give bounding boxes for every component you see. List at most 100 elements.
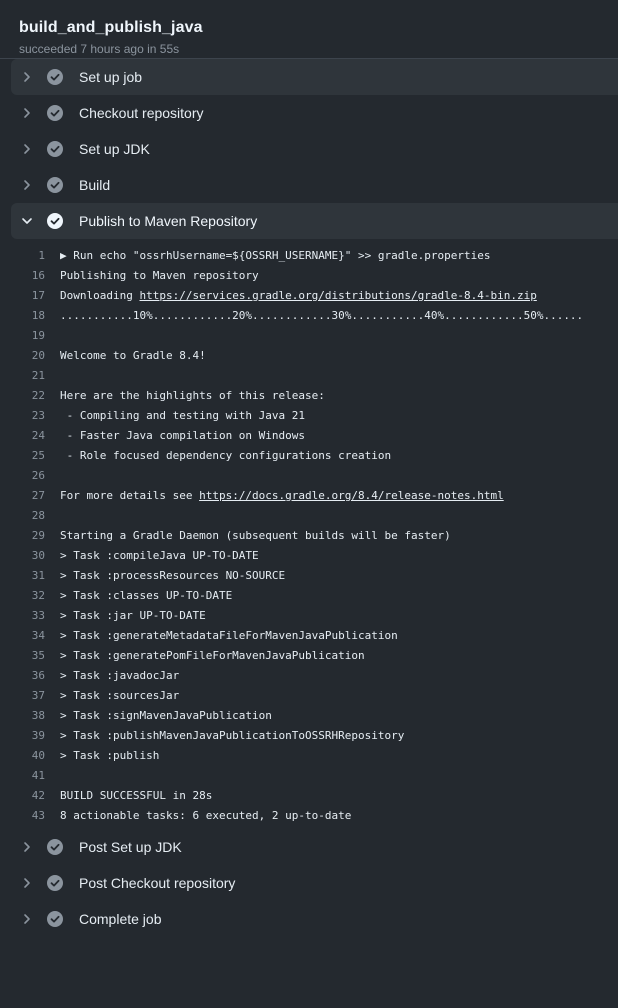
chevron-right-icon[interactable] — [11, 143, 43, 155]
log-text: - Faster Java compilation on Windows — [60, 429, 305, 442]
line-number[interactable]: 41 — [0, 769, 60, 782]
log-text-content: > Task :signMavenJavaPublication — [60, 708, 272, 722]
log-line: 19 — [0, 325, 618, 345]
log-text: Welcome to Gradle 8.4! — [60, 349, 206, 362]
log-line: 23 - Compiling and testing with Java 21 — [0, 405, 618, 425]
check-circle-icon — [47, 69, 63, 85]
log-text-content: > Task :generateMetadataFileForMavenJava… — [60, 628, 398, 642]
log-text: > Task :javadocJar — [60, 669, 179, 682]
log-link[interactable]: https://services.gradle.org/distribution… — [139, 289, 536, 302]
line-number[interactable]: 23 — [0, 409, 60, 422]
step-label: Publish to Maven Repository — [79, 213, 258, 229]
log-line: 16 Publishing to Maven repository — [0, 265, 618, 285]
log-text-content: > Task :publishMavenJavaPublicationToOSS… — [60, 728, 405, 742]
chevron-right-icon[interactable] — [11, 179, 43, 191]
line-number[interactable]: 39 — [0, 729, 60, 742]
log-line: 1 ▶ Run echo "ossrhUsername=${OSSRH_USERN… — [0, 245, 618, 265]
log-text: > Task :compileJava UP-TO-DATE — [60, 549, 259, 562]
line-number[interactable]: 40 — [0, 749, 60, 762]
log-text: ...........10%............20%...........… — [60, 309, 583, 322]
log-text-content: BUILD SUCCESSFUL in 28s — [60, 788, 213, 802]
check-circle-icon — [47, 875, 63, 891]
log-line: 22 Here are the highlights of this releas… — [0, 385, 618, 405]
log-line: 27 For more details see https://docs.grad… — [0, 485, 618, 505]
line-number[interactable]: 29 — [0, 529, 60, 542]
line-number[interactable]: 28 — [0, 509, 60, 522]
job-header: build_and_publish_java succeeded 7 hours… — [0, 0, 618, 59]
line-number[interactable]: 1 — [0, 249, 60, 262]
step-checkout-repository[interactable]: Checkout repository — [11, 95, 618, 131]
log-text-content: > Task :classes UP-TO-DATE — [60, 588, 233, 602]
check-circle-icon — [47, 213, 63, 229]
line-number[interactable]: 32 — [0, 589, 60, 602]
log-line: 36 > Task :javadocJar — [0, 665, 618, 685]
log-text: > Task :classes UP-TO-DATE — [60, 589, 232, 602]
log-text-content: - Faster Java compilation on Windows — [60, 428, 306, 442]
line-number[interactable]: 27 — [0, 489, 60, 502]
step-complete-job[interactable]: Complete job — [11, 901, 618, 937]
log-line: 29 Starting a Gradle Daemon (subsequent b… — [0, 525, 618, 545]
line-number[interactable]: 19 — [0, 329, 60, 342]
line-number[interactable]: 25 — [0, 449, 60, 462]
line-number[interactable]: 38 — [0, 709, 60, 722]
log-text: Here are the highlights of this release: — [60, 389, 325, 402]
line-number[interactable]: 24 — [0, 429, 60, 442]
chevron-right-icon[interactable] — [11, 877, 43, 889]
chevron-right-icon[interactable] — [11, 913, 43, 925]
line-number[interactable]: 34 — [0, 629, 60, 642]
line-number[interactable]: 36 — [0, 669, 60, 682]
line-number[interactable]: 30 — [0, 549, 60, 562]
chevron-right-icon[interactable] — [11, 841, 43, 853]
log-line: 42 BUILD SUCCESSFUL in 28s — [0, 785, 618, 805]
log-text: - Role focused dependency configurations… — [60, 449, 392, 462]
line-number[interactable]: 17 — [0, 289, 60, 302]
log-line: 17 Downloading https://services.gradle.or… — [0, 285, 618, 305]
log-line: 34 > Task :generateMetadataFileForMavenJa… — [0, 625, 618, 645]
step-set-up-job[interactable]: Set up job — [11, 59, 618, 95]
log-text: > Task :signMavenJavaPublication — [60, 709, 272, 722]
check-circle-icon — [47, 839, 63, 855]
log-link[interactable]: https://docs.gradle.org/8.4/release-note… — [199, 489, 504, 502]
log-text: > Task :sourcesJar — [60, 689, 179, 702]
log-text-content: Welcome to Gradle 8.4! — [60, 348, 206, 362]
job-status: succeeded 7 hours ago in 55s — [19, 42, 180, 56]
line-number[interactable]: 21 — [0, 369, 60, 382]
log-text: For more details see https://docs.gradle… — [60, 489, 504, 502]
line-number[interactable]: 33 — [0, 609, 60, 622]
log-line: 38 > Task :signMavenJavaPublication — [0, 705, 618, 725]
log-text: Downloading https://services.gradle.org/… — [60, 289, 537, 302]
step-label: Post Checkout repository — [79, 875, 236, 891]
line-number[interactable]: 22 — [0, 389, 60, 402]
chevron-down-icon[interactable] — [11, 215, 43, 227]
log-text-content: > Task :jar UP-TO-DATE — [60, 608, 206, 622]
step-post-set-up-jdk[interactable]: Post Set up JDK — [11, 829, 618, 865]
log-text-content: Publishing to Maven repository — [60, 268, 259, 282]
log-text-content: > Task :processResources NO-SOURCE — [60, 568, 286, 582]
log-text: > Task :publishMavenJavaPublicationToOSS… — [60, 729, 404, 742]
step-label: Post Set up JDK — [79, 839, 182, 855]
step-build[interactable]: Build — [11, 167, 618, 203]
line-number[interactable]: 35 — [0, 649, 60, 662]
log-line: 20 Welcome to Gradle 8.4! — [0, 345, 618, 365]
step-label: Set up JDK — [79, 141, 150, 157]
line-number[interactable]: 43 — [0, 809, 60, 822]
step-label: Build — [79, 177, 111, 193]
step-publish-to-maven-repository[interactable]: Publish to Maven Repository — [11, 203, 618, 239]
line-number[interactable]: 26 — [0, 469, 60, 482]
step-set-up-jdk[interactable]: Set up JDK — [11, 131, 618, 167]
step-post-checkout-repository[interactable]: Post Checkout repository — [11, 865, 618, 901]
line-number[interactable]: 20 — [0, 349, 60, 362]
line-number[interactable]: 18 — [0, 309, 60, 322]
log-text-content: Starting a Gradle Daemon (subsequent bui… — [60, 528, 451, 542]
chevron-right-icon[interactable] — [11, 107, 43, 119]
log-text-content: > Task :compileJava UP-TO-DATE — [60, 548, 259, 562]
log-line: 28 — [0, 505, 618, 525]
log-text: > Task :generatePomFileForMavenJavaPubli… — [60, 649, 365, 662]
line-number[interactable]: 42 — [0, 789, 60, 802]
chevron-right-icon[interactable] — [11, 71, 43, 83]
line-number[interactable]: 37 — [0, 689, 60, 702]
line-number[interactable]: 16 — [0, 269, 60, 282]
line-number[interactable]: 31 — [0, 569, 60, 582]
log-text: BUILD SUCCESSFUL in 28s — [60, 789, 212, 802]
log-text-content: ...........10%............20%...........… — [60, 308, 584, 322]
